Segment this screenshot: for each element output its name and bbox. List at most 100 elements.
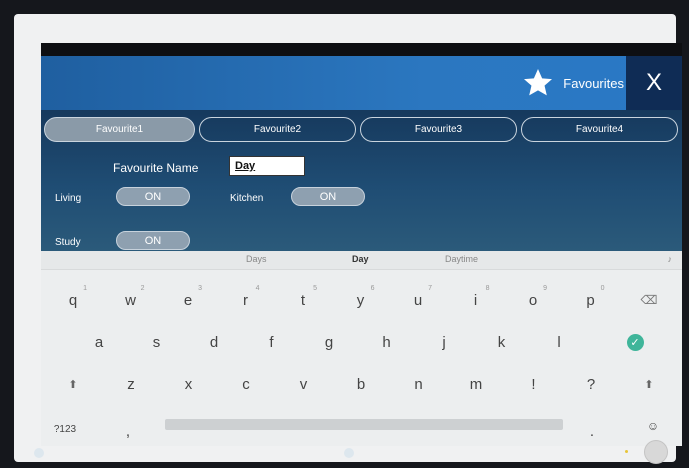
key-y-hint: 6 [370,285,375,292]
key-c[interactable]: c [224,369,268,399]
avatar[interactable] [644,440,668,464]
favourite-name-input[interactable]: Day [229,156,305,176]
key-e-label: e [183,291,193,309]
key-h[interactable]: h [365,327,409,357]
key-x[interactable]: x [167,369,211,399]
key-x-label: x [184,375,193,393]
key-r-hint: 4 [255,285,260,292]
key-e[interactable]: e3 [166,285,210,315]
key-l-label: l [557,333,561,351]
key-j[interactable]: j [422,327,466,357]
key-e-hint: 3 [198,285,202,292]
key-v[interactable]: v [282,369,326,399]
key-f-label: f [269,333,274,351]
key-b[interactable]: b [339,369,383,399]
comma-key[interactable]: , [113,416,143,446]
status-strip [41,43,682,56]
favourites-title-group: Favourites [521,56,624,110]
enter-key[interactable]: ✓ [613,327,657,357]
key-t[interactable]: t5 [281,285,325,315]
key-m-label: m [469,375,483,393]
key-u-label: u [413,291,423,309]
symbols-key[interactable]: ?123 [43,414,87,444]
emoji-icon: ☺ [646,419,660,433]
key-q-label: q [68,291,78,309]
key-p[interactable]: p0 [569,285,613,315]
favourites-header: Favourites X [41,56,682,110]
onscreen-keyboard: Days Day Daytime ♪ ?123 , . ☺ q1 w2 e3 r4 t5… [41,251,682,446]
key-f[interactable]: f [250,327,294,357]
page-title: Favourites [563,75,624,91]
shift-right-key[interactable]: ⬆ [627,369,671,399]
key-i[interactable]: i8 [454,285,498,315]
key-z[interactable]: z [109,369,153,399]
period-key[interactable]: . [577,416,607,446]
favourite-name-label: Favourite Name [113,161,199,175]
key-r-label: r [243,291,248,309]
key-t-hint: 5 [313,285,317,292]
app-screen: Favourites X Favourite1 Favourite2 Favou… [41,43,682,446]
tab-favourite2[interactable]: Favourite2 [199,117,356,142]
key-d-label: d [209,333,219,351]
toggle-kitchen[interactable]: ON [291,187,365,206]
device-bottom-bar [14,440,676,464]
key-q[interactable]: q1 [51,285,95,315]
suggestion-right[interactable]: Daytime [445,254,478,264]
key-g[interactable]: g [307,327,351,357]
key-w[interactable]: w2 [109,285,153,315]
microphone-icon[interactable]: ♪ [668,254,673,264]
toggle-study[interactable]: ON [116,231,190,250]
key-h-label: h [382,333,391,351]
close-icon: X [645,69,662,96]
backspace-icon: ⌫ [640,293,658,307]
key-u[interactable]: u7 [396,285,440,315]
key-y[interactable]: y6 [339,285,383,315]
room-label-study: Study [55,237,81,248]
key-o[interactable]: o9 [511,285,555,315]
key-exclamation[interactable]: ! [512,369,556,399]
key-g-label: g [324,333,334,351]
key-s[interactable]: s [135,327,179,357]
backspace-key[interactable]: ⌫ [627,285,671,315]
indicator-dot [625,450,628,453]
key-n[interactable]: n [397,369,441,399]
key-m[interactable]: m [454,369,498,399]
key-p-label: p [586,291,595,309]
key-question[interactable]: ? [569,369,613,399]
emoji-key[interactable]: ☺ [631,411,675,441]
favourite-tabs: Favourite1 Favourite2 Favourite3 Favouri… [44,117,679,144]
key-k[interactable]: k [480,327,524,357]
favourite-panel: Favourite1 Favourite2 Favourite3 Favouri… [41,110,682,251]
key-d[interactable]: d [192,327,236,357]
key-t-label: t [300,291,306,309]
key-v-label: v [299,375,308,393]
suggestion-center[interactable]: Day [352,254,369,264]
key-l[interactable]: l [537,327,581,357]
key-a-label: a [94,333,104,351]
star-icon [521,67,555,99]
tab-favourite1[interactable]: Favourite1 [44,117,195,142]
room-label-living: Living [55,193,82,204]
toggle-living[interactable]: ON [116,187,190,206]
key-a[interactable]: a [77,327,121,357]
key-exclamation-label: ! [531,375,536,393]
tab-favourite3[interactable]: Favourite3 [360,117,517,142]
key-r[interactable]: r4 [224,285,268,315]
shift-icon: ⬆ [68,378,78,391]
key-u-hint: 7 [428,285,432,292]
key-question-label: ? [586,375,596,393]
nav-dot-left[interactable] [34,448,44,458]
key-c-label: c [242,375,250,393]
key-s-label: s [152,333,161,351]
shift-left-key-row3[interactable]: ⬆ [51,369,95,399]
check-icon: ✓ [626,333,644,351]
spacebar[interactable] [165,419,563,430]
nav-dot-center[interactable] [344,448,354,458]
close-button[interactable]: X [626,56,682,110]
key-w-label: w [125,291,136,309]
suggestion-left[interactable]: Days [246,254,267,264]
key-n-label: n [414,375,423,393]
key-i-label: i [473,291,478,309]
shift-icon: ⬆ [644,378,654,391]
tab-favourite4[interactable]: Favourite4 [521,117,678,142]
